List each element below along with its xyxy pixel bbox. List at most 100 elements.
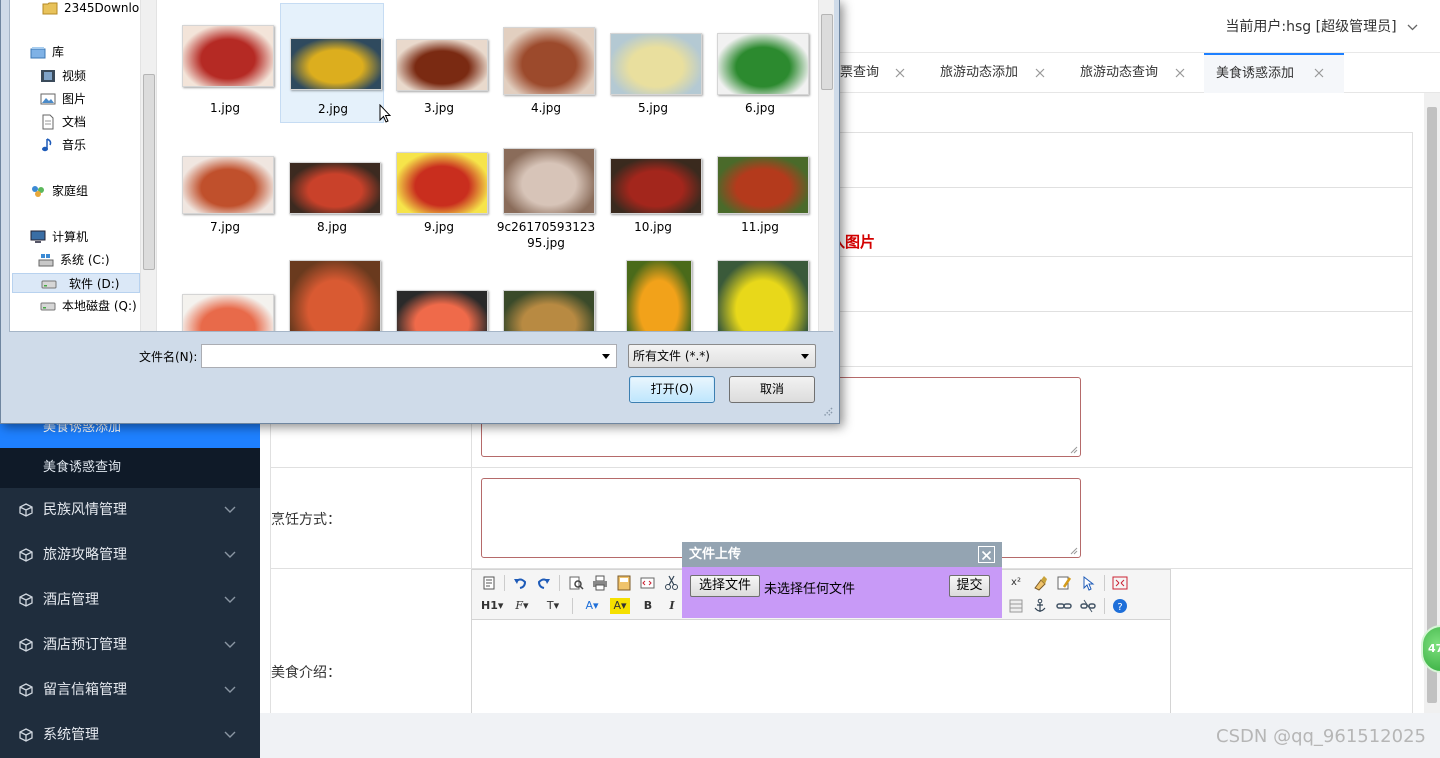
file-item-selected[interactable]: 2.jpg xyxy=(280,3,384,123)
resize-grip-icon[interactable] xyxy=(821,405,833,417)
music-icon xyxy=(42,138,52,152)
file-thumbnail xyxy=(503,290,595,331)
close-icon[interactable] xyxy=(1175,68,1185,78)
tab-ticket-query[interactable]: 票查询 xyxy=(828,53,928,93)
file-item[interactable]: 6.jpg xyxy=(708,3,812,123)
file-item[interactable]: 1.jpg xyxy=(173,3,277,123)
upload-close-button[interactable] xyxy=(978,546,995,563)
sidebar-item-booking[interactable]: 酒店预订管理 xyxy=(0,623,260,668)
unlink-icon[interactable] xyxy=(1080,598,1096,614)
page-scrollbar[interactable] xyxy=(1424,93,1440,713)
sidebar-item-messages[interactable]: 留言信箱管理 xyxy=(0,668,260,713)
clear-format-icon[interactable] xyxy=(1032,575,1048,591)
format-brush-icon[interactable] xyxy=(1056,575,1072,591)
resize-grip-icon[interactable] xyxy=(1070,446,1078,454)
user-menu[interactable]: 当前用户:hsg [超级管理员] xyxy=(1225,16,1418,36)
nav-music[interactable]: 音乐 xyxy=(40,135,140,155)
file-item[interactable] xyxy=(494,258,598,331)
file-item[interactable]: 7.jpg xyxy=(173,122,277,242)
link-icon[interactable] xyxy=(1056,598,1072,614)
file-item[interactable]: 11.jpg xyxy=(708,122,812,242)
tab-travel-news-add[interactable]: 旅游动态添加 xyxy=(928,53,1068,93)
tab-food-add[interactable]: 美食诱惑添加 xyxy=(1204,53,1344,93)
sidebar-item-system[interactable]: 系统管理 xyxy=(0,713,260,758)
nav-drive-d[interactable]: 软件 (D:) xyxy=(12,273,140,293)
file-item[interactable]: 9c2617059312395.jpg xyxy=(494,122,598,250)
file-item[interactable] xyxy=(601,258,705,331)
cube-icon xyxy=(19,548,33,562)
no-file-text: 未选择任何文件 xyxy=(764,582,856,597)
anchor-icon[interactable] xyxy=(1032,598,1048,614)
close-icon[interactable] xyxy=(1035,68,1045,78)
drive-icon xyxy=(41,280,57,289)
highlight-color-button[interactable]: A▾ xyxy=(610,598,630,614)
fullscreen-icon[interactable] xyxy=(1112,575,1128,591)
nav-computer[interactable]: 计算机 xyxy=(30,227,140,247)
file-thumbnail xyxy=(717,156,809,214)
font-size-button[interactable]: T▾ xyxy=(542,598,564,614)
sidebar-item-food-query[interactable]: 美食诱惑查询 xyxy=(0,448,260,488)
filetype-select[interactable]: 所有文件 (*.*) xyxy=(628,344,816,368)
cube-icon xyxy=(19,503,33,517)
redo-icon[interactable] xyxy=(536,575,552,591)
tab-label: 旅游动态查询 xyxy=(1080,65,1159,80)
filename-input[interactable] xyxy=(201,344,617,368)
file-list-scrollbar[interactable] xyxy=(818,0,834,331)
source-icon[interactable] xyxy=(481,575,497,591)
nav-homegroup[interactable]: 家庭组 xyxy=(30,181,140,201)
file-item[interactable]: 8.jpg xyxy=(280,122,384,242)
mouse-cursor-icon xyxy=(379,104,391,123)
file-item[interactable] xyxy=(280,258,384,331)
file-item[interactable] xyxy=(708,258,812,331)
tab-travel-news-query[interactable]: 旅游动态查询 xyxy=(1068,53,1204,93)
dialog-browser: 2345Downloa 库 视频 图片 文档 音乐 家庭组 计算机 系统 (C:… xyxy=(9,0,834,332)
font-color-button[interactable]: A▾ xyxy=(582,598,602,614)
sidebar-item-guide[interactable]: 旅游攻略管理 xyxy=(0,533,260,578)
submit-upload-button[interactable]: 提交 xyxy=(949,575,990,597)
nav-video[interactable]: 视频 xyxy=(40,66,140,86)
nav-pane-scrollbar[interactable] xyxy=(140,0,156,331)
chevron-down-icon xyxy=(224,686,236,693)
file-item[interactable]: 5.jpg xyxy=(601,3,705,123)
file-item[interactable] xyxy=(387,258,491,331)
open-button[interactable]: 打开(O) xyxy=(629,376,715,403)
template-icon[interactable] xyxy=(616,575,632,591)
heading-button[interactable]: H1▾ xyxy=(481,598,503,614)
choose-file-button[interactable]: 选择文件 xyxy=(690,575,760,597)
close-icon[interactable] xyxy=(895,68,905,78)
watermark: CSDN @qq_961512025 xyxy=(1216,726,1426,747)
nav-drive-c[interactable]: 系统 (C:) xyxy=(38,250,140,270)
file-item[interactable] xyxy=(173,258,277,331)
file-thumbnail xyxy=(289,162,381,214)
italic-button[interactable]: I xyxy=(664,598,680,614)
bold-button[interactable]: B xyxy=(640,598,656,614)
dropdown-arrow-icon[interactable] xyxy=(602,354,610,359)
close-icon[interactable] xyxy=(1314,68,1324,78)
select-all-icon[interactable] xyxy=(1080,575,1096,591)
nav-pictures[interactable]: 图片 xyxy=(40,89,140,109)
superscript-button[interactable]: x² xyxy=(1008,575,1024,591)
help-icon[interactable]: ? xyxy=(1112,598,1128,614)
file-item[interactable]: 3.jpg xyxy=(387,3,491,123)
nav-folder-downloads[interactable]: 2345Downloa xyxy=(42,0,147,18)
dropdown-arrow-icon xyxy=(801,354,809,359)
code-icon[interactable] xyxy=(640,575,656,591)
cut-icon[interactable] xyxy=(664,575,680,591)
file-item[interactable]: 10.jpg xyxy=(601,122,705,242)
cancel-button[interactable]: 取消 xyxy=(729,376,815,403)
sidebar-item-label: 民族风情管理 xyxy=(43,502,127,518)
file-item[interactable]: 9.jpg xyxy=(387,122,491,242)
font-family-button[interactable]: F▾ xyxy=(512,598,532,614)
resize-grip-icon[interactable] xyxy=(1070,547,1078,555)
undo-icon[interactable] xyxy=(512,575,528,591)
sidebar-item-hotel[interactable]: 酒店管理 xyxy=(0,578,260,623)
folder-icon xyxy=(42,2,58,15)
file-item[interactable]: 4.jpg xyxy=(494,3,598,123)
nav-library[interactable]: 库 xyxy=(30,42,140,62)
nav-drive-q[interactable]: 本地磁盘 (Q:) xyxy=(40,296,140,316)
sidebar-item-ethnic[interactable]: 民族风情管理 xyxy=(0,488,260,533)
nav-documents[interactable]: 文档 xyxy=(40,112,140,132)
table-icon[interactable] xyxy=(1008,598,1024,614)
preview-icon[interactable] xyxy=(568,575,584,591)
print-icon[interactable] xyxy=(592,575,608,591)
